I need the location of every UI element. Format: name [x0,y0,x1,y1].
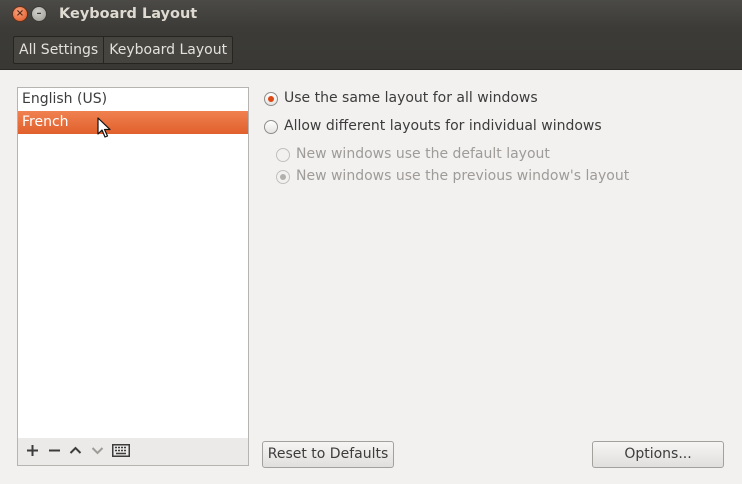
layout-list[interactable]: English (US) French [17,87,249,439]
previous-layout-radio [276,170,290,184]
previous-layout-label: New windows use the previous window's la… [296,168,630,184]
minimize-icon[interactable]: – [31,6,47,22]
move-down-icon[interactable] [88,442,107,461]
reset-to-defaults-button[interactable]: Reset to Defaults [262,441,394,468]
same-layout-label[interactable]: Use the same layout for all windows [284,87,538,109]
mouse-pointer-icon [97,117,111,138]
keyboard-layout-window: × – Keyboard Layout All Settings Keyboar… [0,0,742,484]
close-icon[interactable]: × [12,6,28,22]
default-layout-radio [276,148,290,162]
list-item[interactable]: French [18,111,248,134]
title-bar: × – Keyboard Layout [0,0,742,29]
breadcrumb: All Settings Keyboard Layout [13,36,234,64]
add-icon[interactable] [23,442,42,461]
keyboard-icon[interactable] [110,442,132,461]
breadcrumb-keyboard-layout[interactable]: Keyboard Layout [103,37,232,63]
default-layout-label: New windows use the default layout [296,146,550,162]
layout-list-toolbar [17,438,249,466]
options-button[interactable]: Options... [592,441,724,468]
remove-icon[interactable] [45,442,64,461]
list-item[interactable]: English (US) [18,88,248,111]
different-layouts-radio[interactable] [264,120,278,134]
same-layout-radio[interactable] [264,92,278,106]
move-up-icon[interactable] [66,442,85,461]
breadcrumb-all-settings[interactable]: All Settings [14,37,103,63]
breadcrumb-toolbar: All Settings Keyboard Layout [0,28,742,70]
different-layouts-label[interactable]: Allow different layouts for individual w… [284,115,602,137]
window-title: Keyboard Layout [59,6,198,22]
